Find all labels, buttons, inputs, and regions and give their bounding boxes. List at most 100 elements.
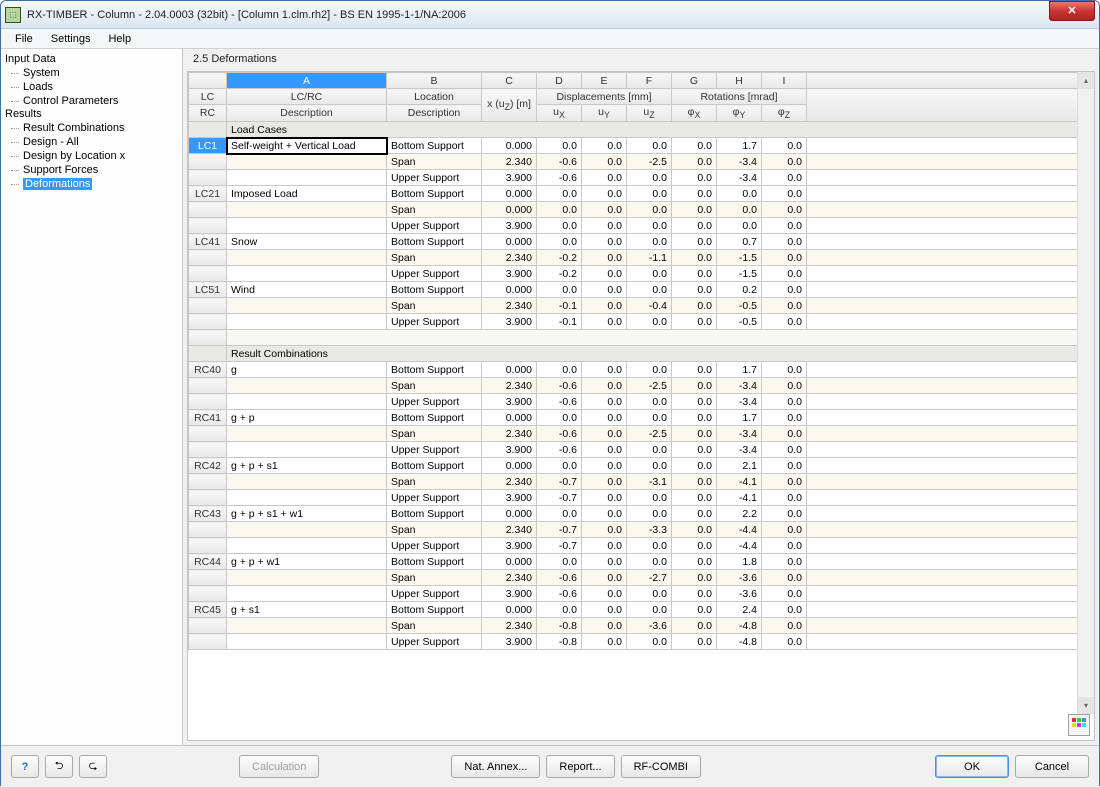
- cell-location[interactable]: Span: [387, 522, 482, 538]
- cell-phiy[interactable]: 2.4: [717, 602, 762, 618]
- cell-phix[interactable]: 0.0: [672, 362, 717, 378]
- cell-uz[interactable]: -3.6: [627, 618, 672, 634]
- cell-location[interactable]: Span: [387, 154, 482, 170]
- cell-description[interactable]: Imposed Load: [227, 186, 387, 202]
- cell-uy[interactable]: 0.0: [582, 282, 627, 298]
- cell-ux[interactable]: 0.0: [537, 282, 582, 298]
- cell-phix[interactable]: 0.0: [672, 298, 717, 314]
- cell-uy[interactable]: 0.0: [582, 234, 627, 250]
- cell-phiy[interactable]: -3.4: [717, 154, 762, 170]
- cell-location[interactable]: Bottom Support: [387, 602, 482, 618]
- cell-uy[interactable]: 0.0: [582, 442, 627, 458]
- cell-uy[interactable]: 0.0: [582, 410, 627, 426]
- table-row[interactable]: Span2.340-0.60.0-2.50.0-3.40.0: [189, 154, 1094, 170]
- cell-x[interactable]: 2.340: [482, 250, 537, 266]
- cell-uz[interactable]: 0.0: [627, 314, 672, 330]
- cell-location[interactable]: Upper Support: [387, 394, 482, 410]
- cell-description[interactable]: [227, 426, 387, 442]
- calculation-button[interactable]: Calculation: [239, 755, 319, 778]
- cell-phix[interactable]: 0.0: [672, 234, 717, 250]
- cell-uz[interactable]: 0.0: [627, 218, 672, 234]
- cell-description[interactable]: g + s1: [227, 602, 387, 618]
- cell-ux[interactable]: -0.6: [537, 154, 582, 170]
- cell-uz[interactable]: 0.0: [627, 186, 672, 202]
- tree-item-loads[interactable]: Loads: [5, 80, 182, 94]
- cell-phix[interactable]: 0.0: [672, 458, 717, 474]
- cell-phiz[interactable]: 0.0: [762, 186, 807, 202]
- cell-ux[interactable]: -0.8: [537, 634, 582, 650]
- cell-phiz[interactable]: 0.0: [762, 586, 807, 602]
- cell-location[interactable]: Upper Support: [387, 314, 482, 330]
- cell-uy[interactable]: 0.0: [582, 618, 627, 634]
- cell-ux[interactable]: -0.6: [537, 570, 582, 586]
- table-row[interactable]: RC42g + p + s1Bottom Support0.0000.00.00…: [189, 458, 1094, 474]
- cell-description[interactable]: Snow: [227, 234, 387, 250]
- cell-uy[interactable]: 0.0: [582, 138, 627, 154]
- cell-ux[interactable]: 0.0: [537, 458, 582, 474]
- cell-uy[interactable]: 0.0: [582, 538, 627, 554]
- col-F[interactable]: F: [627, 73, 672, 89]
- cell-phiz[interactable]: 0.0: [762, 522, 807, 538]
- cell-description[interactable]: g + p + s1: [227, 458, 387, 474]
- cell-uz[interactable]: 0.0: [627, 266, 672, 282]
- cell-phiz[interactable]: 0.0: [762, 282, 807, 298]
- cell-uz[interactable]: 0.0: [627, 538, 672, 554]
- cell-uz[interactable]: 0.0: [627, 586, 672, 602]
- table-row[interactable]: Span2.340-0.10.0-0.40.0-0.50.0: [189, 298, 1094, 314]
- cell-location[interactable]: Upper Support: [387, 538, 482, 554]
- cell-description[interactable]: g: [227, 362, 387, 378]
- report-button[interactable]: Report...: [546, 755, 614, 778]
- cell-location[interactable]: Span: [387, 618, 482, 634]
- cell-description[interactable]: [227, 442, 387, 458]
- cell-x[interactable]: 3.900: [482, 442, 537, 458]
- cell-uz[interactable]: 0.0: [627, 442, 672, 458]
- cell-phiy[interactable]: -3.4: [717, 170, 762, 186]
- cell-x[interactable]: 3.900: [482, 586, 537, 602]
- table-row[interactable]: Upper Support3.900-0.60.00.00.0-3.40.0: [189, 442, 1094, 458]
- cell-uz[interactable]: 0.0: [627, 202, 672, 218]
- cell-x[interactable]: 3.900: [482, 538, 537, 554]
- cell-phix[interactable]: 0.0: [672, 570, 717, 586]
- cell-phix[interactable]: 0.0: [672, 266, 717, 282]
- table-row[interactable]: Upper Support3.900-0.70.00.00.0-4.40.0: [189, 538, 1094, 554]
- cell-description[interactable]: [227, 570, 387, 586]
- cell-description[interactable]: [227, 394, 387, 410]
- table-row[interactable]: Upper Support3.900-0.10.00.00.0-0.50.0: [189, 314, 1094, 330]
- cell-phiy[interactable]: 0.0: [717, 202, 762, 218]
- cell-phiy[interactable]: -4.1: [717, 474, 762, 490]
- cell-description[interactable]: [227, 618, 387, 634]
- cell-uz[interactable]: -2.5: [627, 426, 672, 442]
- cell-location[interactable]: Upper Support: [387, 490, 482, 506]
- cell-uy[interactable]: 0.0: [582, 458, 627, 474]
- cell-uz[interactable]: 0.0: [627, 170, 672, 186]
- cell-location[interactable]: Bottom Support: [387, 506, 482, 522]
- cell-x[interactable]: 2.340: [482, 378, 537, 394]
- scroll-down-icon[interactable]: ▾: [1078, 697, 1094, 714]
- cell-x[interactable]: 0.000: [482, 282, 537, 298]
- cell-location[interactable]: Bottom Support: [387, 186, 482, 202]
- cell-uz[interactable]: -3.1: [627, 474, 672, 490]
- cell-phiz[interactable]: 0.0: [762, 506, 807, 522]
- cell-phiy[interactable]: -4.8: [717, 634, 762, 650]
- cell-location[interactable]: Upper Support: [387, 266, 482, 282]
- cell-location[interactable]: Bottom Support: [387, 282, 482, 298]
- table-row[interactable]: Span2.340-0.20.0-1.10.0-1.50.0: [189, 250, 1094, 266]
- cell-description[interactable]: [227, 266, 387, 282]
- table-row[interactable]: Upper Support3.900-0.60.00.00.0-3.40.0: [189, 394, 1094, 410]
- tree-group-input-data[interactable]: Input Data: [5, 53, 182, 65]
- cell-uy[interactable]: 0.0: [582, 154, 627, 170]
- table-row[interactable]: Span2.340-0.60.0-2.70.0-3.60.0: [189, 570, 1094, 586]
- cell-uy[interactable]: 0.0: [582, 362, 627, 378]
- cell-description[interactable]: Wind: [227, 282, 387, 298]
- cell-phiy[interactable]: -3.6: [717, 570, 762, 586]
- cell-ux[interactable]: -0.1: [537, 314, 582, 330]
- cell-x[interactable]: 0.000: [482, 138, 537, 154]
- table-row[interactable]: RC41g + pBottom Support0.0000.00.00.00.0…: [189, 410, 1094, 426]
- cell-phiy[interactable]: 0.7: [717, 234, 762, 250]
- cell-phix[interactable]: 0.0: [672, 442, 717, 458]
- cell-phiz[interactable]: 0.0: [762, 554, 807, 570]
- cell-uy[interactable]: 0.0: [582, 586, 627, 602]
- cell-ux[interactable]: 0.0: [537, 218, 582, 234]
- cell-ux[interactable]: 0.0: [537, 506, 582, 522]
- tree-item-support-forces[interactable]: Support Forces: [5, 163, 182, 177]
